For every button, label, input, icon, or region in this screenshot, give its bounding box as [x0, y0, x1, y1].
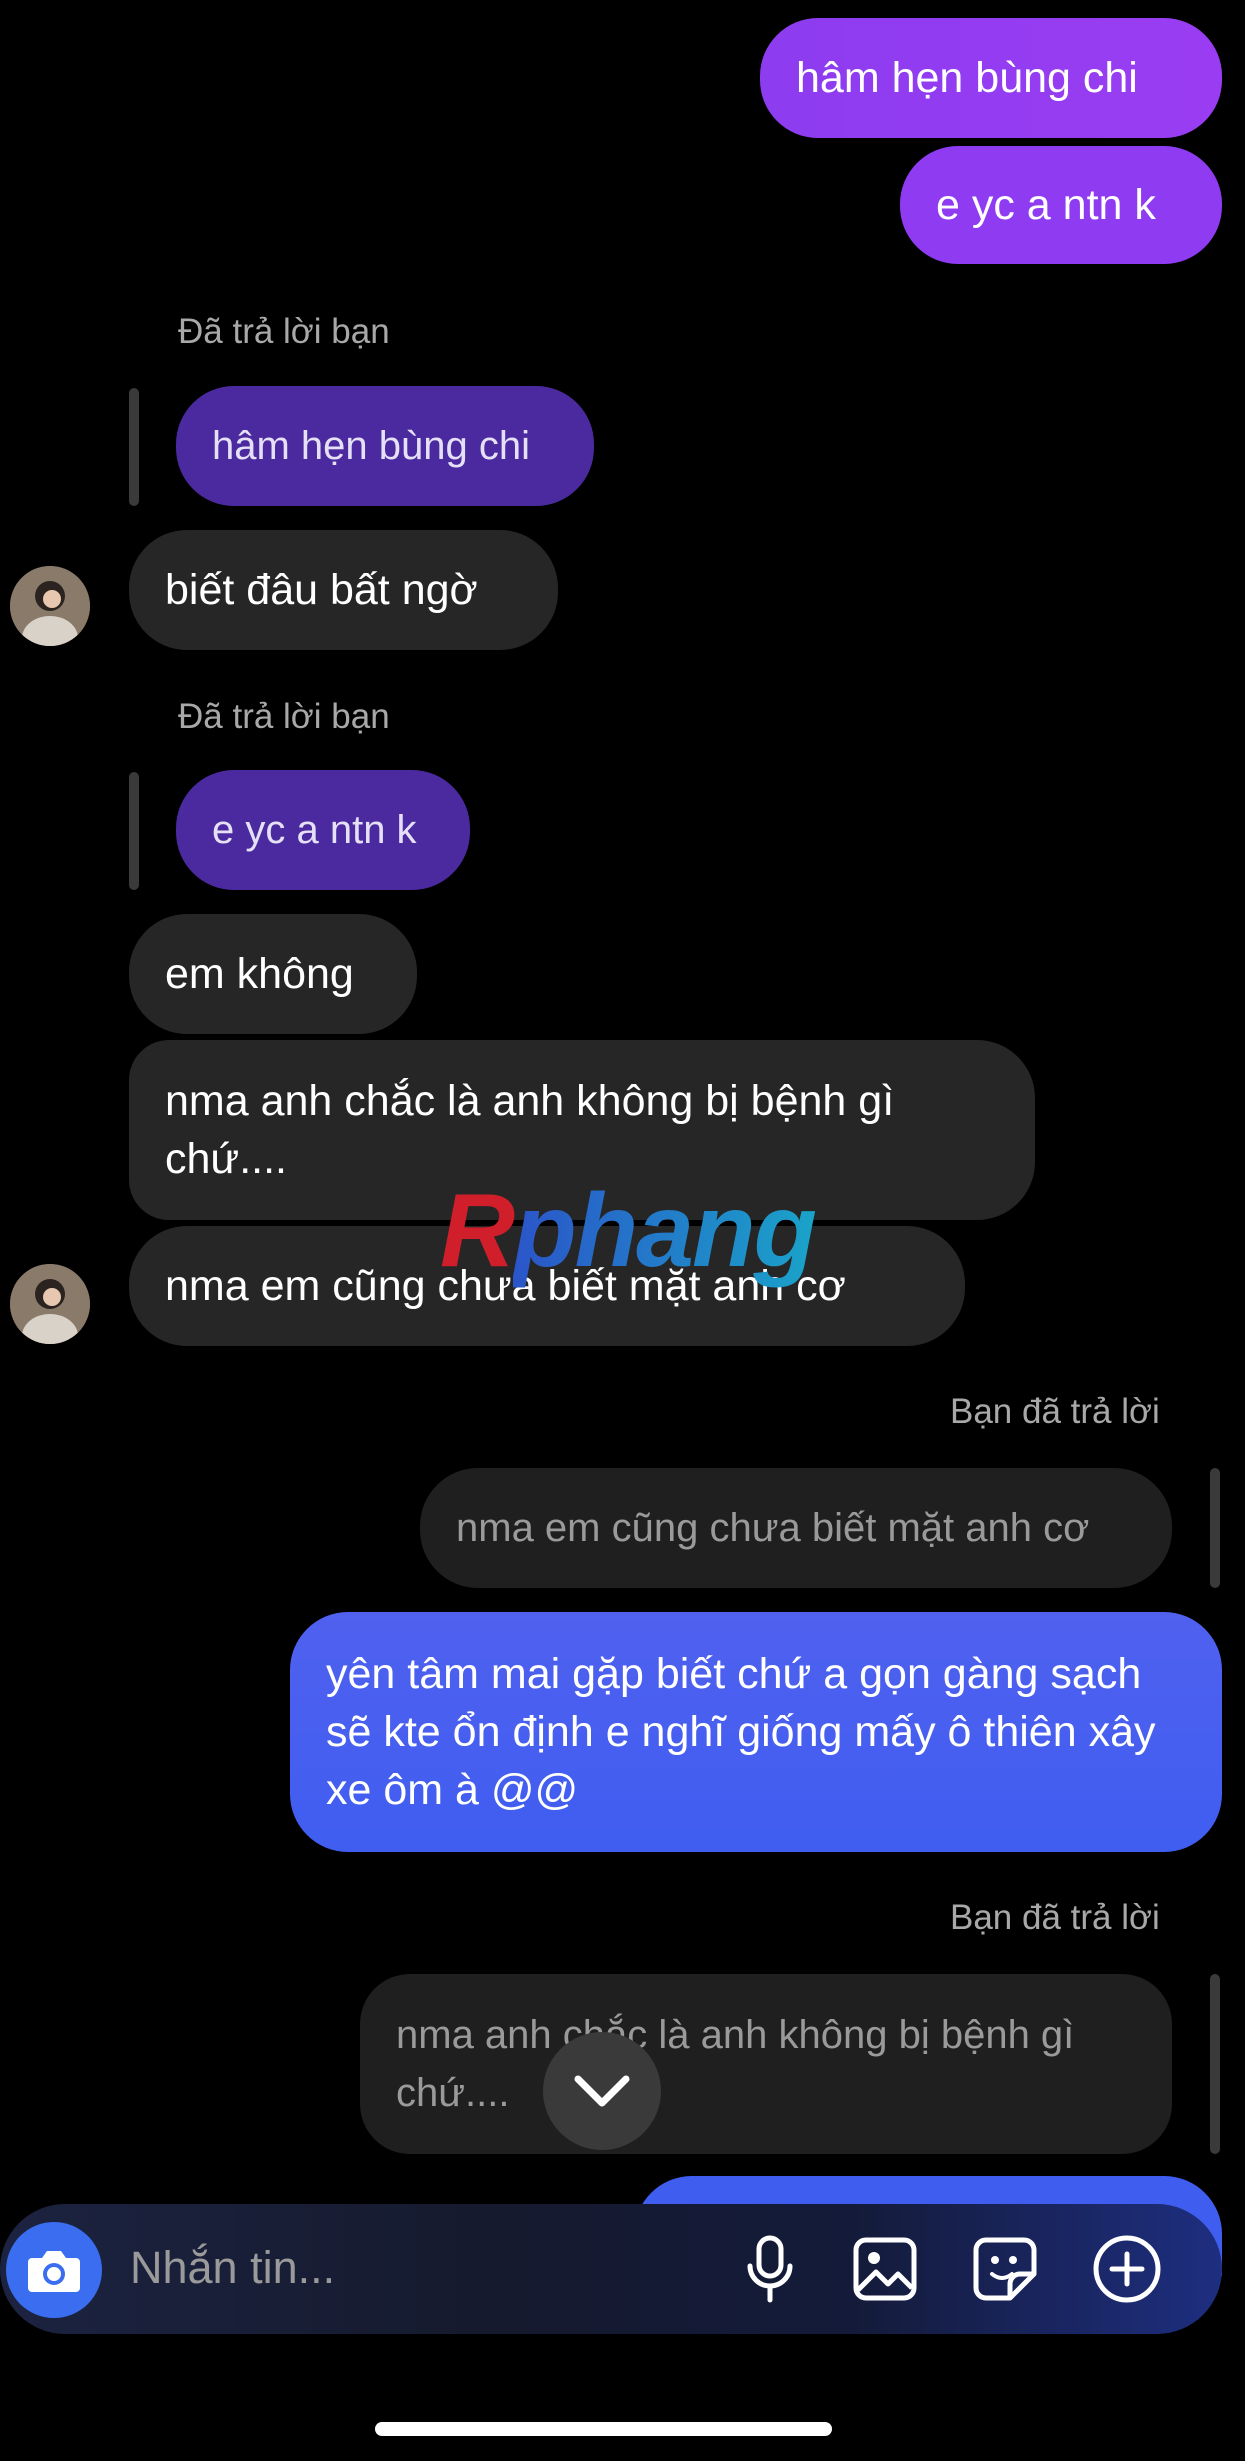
- microphone-button[interactable]: [738, 2232, 802, 2308]
- reply-label: Bạn đã trả lời: [950, 1898, 1160, 1937]
- reply-label: Đã trả lời bạn: [178, 697, 390, 736]
- quote-bar: [129, 772, 139, 890]
- incoming-message[interactable]: em không: [129, 914, 417, 1034]
- sticker-button[interactable]: [970, 2234, 1040, 2304]
- quoted-message[interactable]: nma anh chắc là anh không bị bệnh gì chứ…: [360, 1974, 1172, 2154]
- message-text: nma anh chắc là anh không bị bệnh gì chứ…: [165, 1077, 895, 1183]
- plus-icon: [1093, 2235, 1161, 2303]
- quoted-text: nma em cũng chưa biết mặt anh cơ: [456, 1505, 1090, 1550]
- quoted-text: nma anh chắc là anh không bị bệnh gì chứ…: [396, 2013, 1075, 2115]
- message-text: yên tâm mai gặp biết chứ a gọn gàng sạch…: [326, 1650, 1156, 1814]
- quote-bar: [129, 388, 139, 506]
- outgoing-message[interactable]: yên tâm mai gặp biết chứ a gọn gàng sạch…: [290, 1612, 1222, 1852]
- quoted-message[interactable]: e yc a ntn k: [176, 770, 470, 890]
- quoted-text: hâm hẹn bùng chi: [212, 423, 531, 468]
- gallery-button[interactable]: [850, 2234, 920, 2304]
- quoted-text: e yc a ntn k: [212, 807, 417, 852]
- incoming-message[interactable]: biết đâu bất ngờ: [129, 530, 558, 650]
- home-indicator[interactable]: [375, 2422, 832, 2436]
- reply-label: Bạn đã trả lời: [950, 1392, 1160, 1431]
- camera-icon: [28, 2251, 80, 2292]
- quote-bar: [1210, 1468, 1220, 1588]
- outgoing-message[interactable]: e yc a ntn k: [900, 146, 1222, 264]
- microphone-icon: [747, 2235, 793, 2303]
- quoted-message[interactable]: hâm hẹn bùng chi: [176, 386, 594, 506]
- watermark-letter: R: [440, 1173, 515, 1289]
- message-text: hâm hẹn bùng chi: [796, 54, 1138, 102]
- sticker-icon: [973, 2237, 1037, 2301]
- message-text: e yc a ntn k: [936, 181, 1156, 229]
- message-text: biết đâu bất ngờ: [165, 566, 478, 614]
- message-text: em không: [165, 950, 354, 998]
- quote-bar: [1210, 1974, 1220, 2154]
- avatar-image: [10, 566, 90, 646]
- outgoing-message[interactable]: hâm hẹn bùng chi: [760, 18, 1222, 138]
- scroll-to-bottom-button[interactable]: [543, 2032, 661, 2150]
- chevron-down-icon: [574, 2075, 630, 2107]
- contact-avatar[interactable]: [10, 566, 90, 646]
- contact-avatar[interactable]: [10, 1264, 90, 1344]
- quoted-message[interactable]: nma em cũng chưa biết mặt anh cơ: [420, 1468, 1172, 1588]
- reply-label: Đã trả lời bạn: [178, 312, 390, 351]
- message-input[interactable]: Nhắn tin...: [130, 2242, 335, 2294]
- image-icon: [853, 2237, 917, 2301]
- watermark-word: phang: [513, 1173, 817, 1289]
- more-button[interactable]: [1090, 2232, 1164, 2306]
- avatar-image: [10, 1264, 90, 1344]
- watermark-logo: Rphang: [440, 1172, 817, 1291]
- camera-button[interactable]: [6, 2222, 102, 2318]
